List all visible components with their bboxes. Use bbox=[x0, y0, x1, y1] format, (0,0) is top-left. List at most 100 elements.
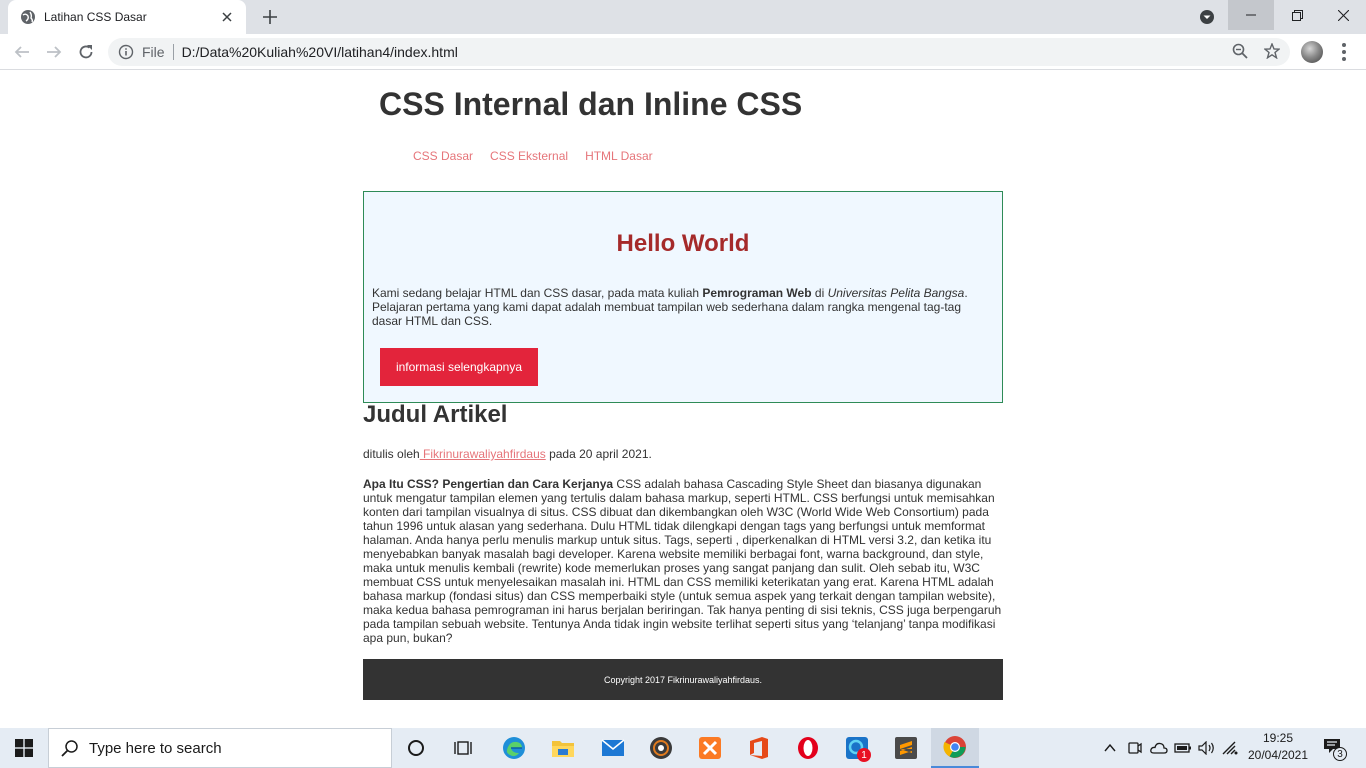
chevron-down-circle-icon bbox=[1200, 10, 1214, 24]
zoom-out-icon bbox=[1232, 43, 1248, 59]
sublime-app-button[interactable] bbox=[882, 728, 930, 768]
minimize-icon bbox=[1246, 14, 1256, 16]
hero-text-part: Kami sedang belajar HTML dan CSS dasar, … bbox=[372, 286, 703, 300]
folder-icon bbox=[552, 741, 574, 757]
task-view-icon bbox=[454, 741, 472, 755]
browser-menu-icon[interactable] bbox=[1336, 42, 1352, 62]
close-icon bbox=[1337, 9, 1349, 21]
page-viewport: CSS Internal dan Inline CSS CSS Dasar CS… bbox=[0, 71, 1366, 728]
byline-prefix: ditulis oleh bbox=[363, 447, 420, 461]
browser-tab[interactable]: Latihan CSS Dasar bbox=[8, 0, 246, 34]
cortana-circle-icon bbox=[408, 740, 424, 756]
nav-link-css-dasar[interactable]: CSS Dasar bbox=[413, 149, 473, 163]
page-title: CSS Internal dan Inline CSS bbox=[379, 86, 803, 122]
arrow-right-icon bbox=[47, 46, 62, 58]
back-button[interactable] bbox=[10, 40, 34, 64]
tab-title: Latihan CSS Dasar bbox=[44, 10, 147, 24]
tab-close-icon[interactable] bbox=[218, 8, 236, 26]
restore-icon bbox=[1291, 9, 1303, 21]
volume-tray-button[interactable] bbox=[1196, 738, 1218, 758]
browser-tab-strip: Latihan CSS Dasar bbox=[0, 0, 1366, 34]
store-app-button[interactable]: 1 bbox=[833, 728, 881, 768]
article-byline: ditulis oleh Fikrinurawaliyahfirdaus pad… bbox=[363, 447, 1003, 461]
windows-logo-icon bbox=[15, 739, 33, 757]
file-explorer-button[interactable] bbox=[539, 728, 587, 768]
chrome-app-button[interactable] bbox=[931, 728, 979, 768]
article-heading: Judul Artikel bbox=[363, 401, 508, 428]
mail-app-button[interactable] bbox=[589, 728, 637, 768]
article: Judul Artikel ditulis oleh Fikrinurawali… bbox=[363, 401, 1003, 645]
search-placeholder: Type here to search bbox=[89, 739, 222, 757]
hero-text-part: di bbox=[811, 286, 828, 300]
reload-icon bbox=[79, 45, 93, 59]
author-link[interactable]: Fikrinurawaliyahfirdaus bbox=[420, 447, 546, 461]
office-app-button[interactable] bbox=[735, 728, 783, 768]
tab-search-button[interactable] bbox=[1197, 8, 1217, 26]
battery-icon bbox=[1174, 743, 1191, 753]
office-icon bbox=[750, 737, 768, 759]
new-tab-button[interactable] bbox=[258, 6, 282, 28]
hero-box: Hello World Kami sedang belajar HTML dan… bbox=[363, 191, 1003, 403]
opera-icon bbox=[798, 737, 818, 759]
bookmark-button[interactable] bbox=[1261, 40, 1283, 62]
close-window-button[interactable] bbox=[1320, 0, 1366, 30]
zoom-button[interactable] bbox=[1229, 40, 1251, 62]
plus-icon bbox=[263, 10, 277, 24]
hero-text: Kami sedang belajar HTML dan CSS dasar, … bbox=[372, 286, 982, 328]
star-icon bbox=[1264, 43, 1280, 59]
notification-count-badge: 3 bbox=[1333, 747, 1347, 761]
hero-heading: Hello World bbox=[616, 230, 750, 257]
footer-copyright: Copyright 2017 Fikrinurawaliyahfirdaus. bbox=[603, 674, 763, 685]
more-info-button[interactable]: informasi selengkapnya bbox=[380, 348, 538, 386]
speaker-icon bbox=[1198, 741, 1214, 755]
info-icon[interactable] bbox=[118, 44, 134, 60]
restore-button[interactable] bbox=[1274, 0, 1320, 30]
start-button[interactable] bbox=[0, 728, 48, 768]
show-hidden-icons-button[interactable] bbox=[1101, 738, 1119, 758]
forward-button[interactable] bbox=[42, 40, 66, 64]
battery-tray-button[interactable] bbox=[1172, 738, 1194, 758]
hero-text-bold: Pemrograman Web bbox=[702, 286, 812, 300]
reload-button[interactable] bbox=[74, 40, 98, 64]
browser-toolbar: File D:/Data%20Kuliah%20VI/latihan4/inde… bbox=[0, 34, 1366, 70]
taskbar-search-box[interactable]: Type here to search bbox=[48, 728, 392, 768]
nav-link-html-dasar[interactable]: HTML Dasar bbox=[585, 149, 653, 163]
search-icon bbox=[61, 740, 78, 757]
sublime-text-icon bbox=[895, 737, 917, 759]
edge-icon bbox=[503, 737, 525, 759]
media-disc-icon bbox=[650, 737, 672, 759]
taskbar-clock[interactable]: 19:25 20/04/2021 bbox=[1238, 730, 1318, 764]
media-player-button[interactable] bbox=[637, 728, 685, 768]
minimize-button[interactable] bbox=[1228, 0, 1274, 30]
article-body: Apa Itu CSS? Pengertian dan Cara Kerjany… bbox=[363, 477, 1003, 645]
arrow-left-icon bbox=[14, 46, 29, 58]
action-center-button[interactable]: 3 bbox=[1322, 737, 1347, 761]
globe-icon bbox=[20, 9, 36, 25]
store-badge: 1 bbox=[857, 748, 871, 762]
windows-taskbar: Type here to search 1 19:25 20/04/2021 3 bbox=[0, 728, 1366, 768]
hero-text-italic: Universitas Pelita Bangsa bbox=[827, 286, 965, 300]
article-body-text: CSS adalah bahasa Cascading Style Sheet … bbox=[363, 477, 1002, 645]
onedrive-tray-button[interactable] bbox=[1148, 738, 1170, 758]
article-lead: Apa Itu CSS? Pengertian dan Cara Kerjany… bbox=[363, 477, 614, 491]
meet-now-tray-button[interactable] bbox=[1125, 738, 1145, 758]
xampp-app-button[interactable] bbox=[686, 728, 734, 768]
address-bar[interactable]: File D:/Data%20Kuliah%20VI/latihan4/inde… bbox=[108, 38, 1290, 66]
task-view-button[interactable] bbox=[440, 728, 488, 768]
clock-time: 19:25 bbox=[1262, 731, 1294, 745]
cortana-button[interactable] bbox=[392, 728, 440, 768]
xampp-icon bbox=[699, 737, 721, 759]
chevron-up-icon bbox=[1104, 744, 1116, 752]
opera-app-button[interactable] bbox=[784, 728, 832, 768]
camera-icon bbox=[1128, 742, 1142, 754]
profile-avatar[interactable] bbox=[1301, 41, 1323, 63]
edge-app-button[interactable] bbox=[490, 728, 538, 768]
page-nav: CSS Dasar CSS Eksternal HTML Dasar bbox=[413, 149, 653, 163]
address-scheme: File bbox=[142, 44, 174, 60]
mail-icon bbox=[601, 739, 625, 756]
address-url[interactable]: D:/Data%20Kuliah%20VI/latihan4/index.htm… bbox=[182, 44, 458, 60]
page-footer: Copyright 2017 Fikrinurawaliyahfirdaus. bbox=[363, 659, 1003, 700]
byline-suffix: pada 20 april 2021. bbox=[545, 447, 652, 461]
clock-date: 20/04/2021 bbox=[1247, 748, 1309, 762]
nav-link-css-eksternal[interactable]: CSS Eksternal bbox=[490, 149, 568, 163]
